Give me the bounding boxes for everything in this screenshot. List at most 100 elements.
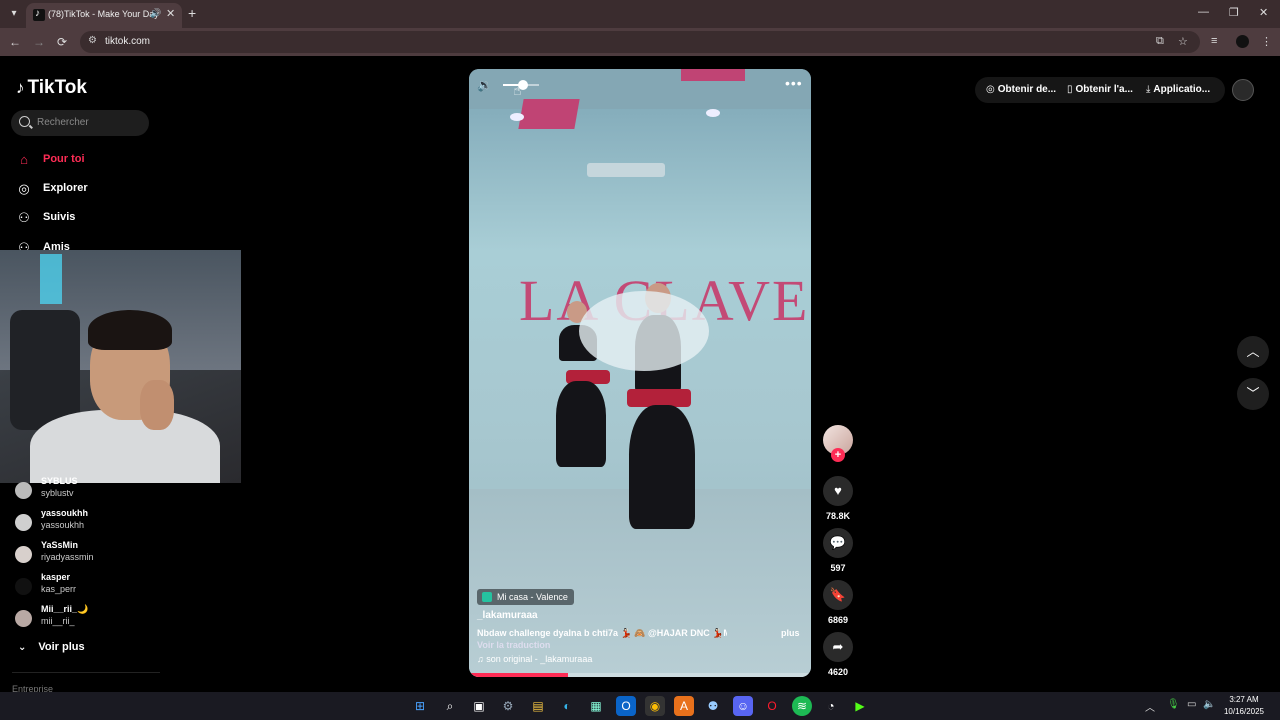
like-button[interactable]: ♥ 78.8K <box>822 476 854 521</box>
back-icon[interactable]: ← <box>9 35 21 49</box>
dancer-skirt <box>629 405 695 529</box>
tiktok-note-icon: ♪ <box>16 78 25 97</box>
get-app-label: Obtenir l'a... <box>1075 84 1133 95</box>
account-handle: mii__rii_ <box>41 616 75 626</box>
next-video-button[interactable]: ﹀ <box>1237 378 1269 410</box>
install-app-icon[interactable]: ⧉ <box>1156 35 1164 48</box>
mouse-cursor-icon: ☝ <box>513 82 522 98</box>
browser-toolbar: ← → ⟳ ⚙ tiktok.com ⧉ ☆ ≡ ⋮ <box>0 28 1280 56</box>
opera-icon[interactable]: O <box>762 696 782 716</box>
video-player[interactable]: LA CLAVE 🔉 ••• Mi casa - Valence _lakamu… <box>469 69 811 677</box>
comment-icon[interactable]: 💬 <box>823 528 853 558</box>
get-app-button[interactable]: ▯ Obtenir l'a... <box>1067 84 1133 95</box>
sidebar-item-label: Suivis <box>43 211 76 223</box>
sidebar-divider <box>12 672 160 673</box>
site-info-icon[interactable]: ⚙ <box>88 35 97 46</box>
follow-plus-icon[interactable]: + <box>831 448 845 462</box>
microphone-icon[interactable]: 🎙 <box>1167 699 1180 710</box>
dancer-skirt <box>556 381 606 467</box>
comment-button[interactable]: 💬 597 <box>822 528 854 573</box>
share-arrow-icon[interactable]: ➦ <box>823 632 853 662</box>
steam-icon[interactable]: ⚉ <box>703 696 723 716</box>
music-title: son original - _lakamuraaa <box>486 654 593 664</box>
compass-icon: ◎ <box>18 181 30 196</box>
get-coins-button[interactable]: ◎ Obtenir de... <box>986 84 1056 95</box>
location-pin-icon <box>482 592 492 602</box>
tab-close-icon[interactable]: ✕ <box>166 7 175 20</box>
account-handle: kas_perr <box>41 584 77 594</box>
tiktok-logo[interactable]: ♪ TikTok <box>16 77 87 99</box>
location-badge[interactable]: Mi casa - Valence <box>477 589 574 605</box>
chrome-icon[interactable]: ◉ <box>645 696 665 716</box>
new-tab-icon[interactable]: + <box>188 5 196 21</box>
edge-browser-icon[interactable]: ◐ <box>557 696 577 716</box>
more-options-icon[interactable]: ••• <box>785 75 803 91</box>
phone-icon: ▯ <box>1067 84 1073 95</box>
video-author[interactable]: _lakamuraaa <box>477 610 538 621</box>
save-button[interactable]: 🔖 6869 <box>822 580 854 625</box>
video-pink-panel <box>518 99 580 129</box>
account-name: SYBLUS <box>41 476 78 486</box>
search-icon[interactable]: ⌕ <box>440 696 460 716</box>
coin-icon: ◎ <box>986 84 995 95</box>
avatar <box>15 546 32 563</box>
store-icon[interactable]: ▦ <box>586 696 606 716</box>
download-icon: ⤓ <box>1146 84 1151 95</box>
browser-menu-icon[interactable]: ⋮ <box>1261 35 1272 48</box>
clock-time: 3:27 AM <box>1229 695 1259 704</box>
chevron-up-icon: ︿ <box>1246 344 1260 359</box>
description-more-button[interactable]: plus <box>781 628 800 638</box>
outlook-icon[interactable]: O <box>616 696 636 716</box>
tiktok-favicon-icon <box>33 8 45 21</box>
tab-audio-icon[interactable]: 🔊 <box>150 8 161 19</box>
like-count: 78.8K <box>825 511 851 521</box>
speaker-icon[interactable]: 🔈 <box>1203 699 1215 710</box>
windows-start-icon[interactable]: ⊞ <box>410 696 430 716</box>
profile-avatar[interactable] <box>1236 35 1249 48</box>
address-bar[interactable]: ⚙ tiktok.com <box>80 31 1200 53</box>
account-name: YaSsMin <box>41 540 79 550</box>
file-explorer-icon[interactable]: ▤ <box>528 696 548 716</box>
bookmark-star-icon[interactable]: ☆ <box>1178 35 1188 48</box>
chevron-down-icon: ⌄ <box>18 642 27 653</box>
browser-tab-bar: ▾ (78)TikTok - Make Your Day 🔊 ✕ + — ❐ ✕ <box>0 0 1280 28</box>
heart-icon[interactable]: ♥ <box>823 476 853 506</box>
tab-search-icon[interactable]: ▾ <box>6 6 22 22</box>
video-progress-bar[interactable] <box>469 673 811 677</box>
obs-icon[interactable]: ◔ <box>821 696 841 716</box>
settings-gear-icon[interactable]: ⚙ <box>498 696 518 716</box>
see-more-button[interactable]: ⌄ Voir plus <box>18 641 85 653</box>
volume-icon[interactable]: 🔉 <box>477 78 492 92</box>
app-a-icon[interactable]: A <box>674 696 694 716</box>
network-icon[interactable]: ▭ <box>1187 699 1196 710</box>
spotify-icon[interactable]: ≋ <box>792 696 812 716</box>
search-input[interactable]: Rechercher <box>11 110 149 136</box>
sidebar-item-label: Explorer <box>43 182 88 194</box>
video-music[interactable]: ♫ son original - _lakamuraaa <box>477 654 592 664</box>
media-controls-icon[interactable]: ≡ <box>1211 35 1217 47</box>
reload-icon[interactable]: ⟳ <box>57 35 67 49</box>
share-button[interactable]: ➦ 4620 <box>822 632 854 677</box>
dancer-veil <box>579 291 709 371</box>
webcam-neon-light <box>40 254 62 304</box>
desktop-app-button[interactable]: ⤓ Applicatio... <box>1146 84 1210 95</box>
task-view-icon[interactable]: ▣ <box>469 696 489 716</box>
discord-icon[interactable]: ☺ <box>733 696 753 716</box>
video-air-conditioner <box>587 163 665 177</box>
desktop-app-label: Applicatio... <box>1153 84 1211 95</box>
bookmark-icon[interactable]: 🔖 <box>823 580 853 610</box>
url-text[interactable]: tiktok.com <box>105 36 150 47</box>
webcam-overlay <box>0 250 241 483</box>
translate-link[interactable]: Voir la traduction <box>477 640 550 650</box>
kick-icon[interactable]: ▶ <box>850 696 870 716</box>
system-clock[interactable]: 3:27 AM 10/16/2025 <box>1218 694 1270 718</box>
previous-video-button[interactable]: ︿ <box>1237 336 1269 368</box>
tray-expand-icon[interactable]: ︿ <box>1145 699 1155 714</box>
user-avatar[interactable] <box>1232 79 1254 101</box>
restore-icon[interactable]: ❐ <box>1229 6 1239 19</box>
logo-text: TikTok <box>27 77 87 98</box>
window-close-icon[interactable]: ✕ <box>1259 6 1268 19</box>
minimize-icon[interactable]: — <box>1198 6 1209 18</box>
browser-tab[interactable]: (78)TikTok - Make Your Day 🔊 ✕ <box>26 3 182 28</box>
forward-icon[interactable]: → <box>33 35 45 49</box>
